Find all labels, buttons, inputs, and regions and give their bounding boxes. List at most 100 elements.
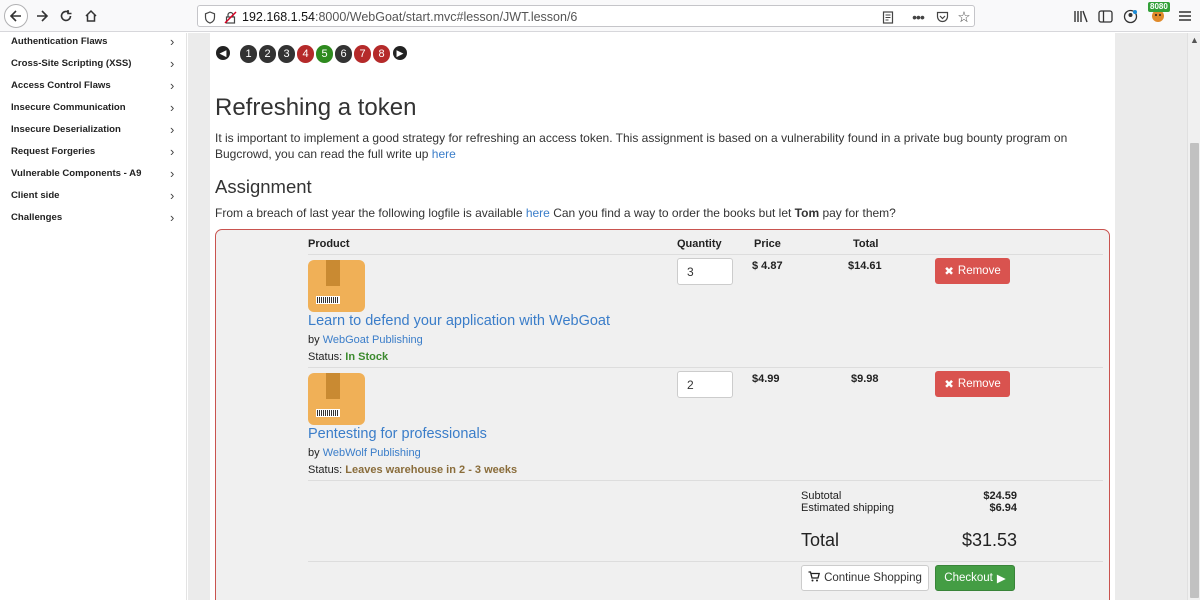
sidebar-item-insecure-deserialization[interactable]: Insecure Deserialization ›: [0, 121, 187, 143]
quantity-input[interactable]: 2: [677, 371, 733, 398]
table-divider: [308, 254, 1103, 255]
page-link-8[interactable]: 8: [373, 45, 390, 63]
home-icon[interactable]: [80, 5, 102, 27]
account-icon[interactable]: [1119, 5, 1141, 27]
chevron-right-icon: ›: [170, 78, 175, 93]
pocket-icon[interactable]: [934, 9, 950, 25]
sidebar-item-xss[interactable]: Cross-Site Scripting (XSS) ›: [0, 55, 187, 77]
product-publisher: by WebWolf Publishing: [308, 447, 421, 459]
sidebar-item-client-side[interactable]: Client side ›: [0, 187, 187, 209]
foxyproxy-extension-icon[interactable]: 8080: [1148, 2, 1170, 24]
bookmark-star-icon[interactable]: ☆: [956, 9, 972, 26]
previous-page-icon[interactable]: ◀: [216, 46, 230, 60]
content-margin-right: [1115, 33, 1187, 600]
sidebar-item-authentication-flaws[interactable]: Authentication Flaws ›: [0, 33, 187, 55]
chevron-right-icon: ›: [170, 34, 175, 49]
product-image-box-icon[interactable]: [308, 260, 365, 312]
browser-toolbar: 192.168.1.54:8000/WebGoat/start.mvc#less…: [0, 0, 1200, 32]
product-publisher: by WebGoat Publishing: [308, 334, 423, 346]
sidebar-item-request-forgeries[interactable]: Request Forgeries ›: [0, 143, 187, 165]
product-title-link[interactable]: Pentesting for professionals: [308, 426, 487, 442]
reload-icon[interactable]: [55, 5, 77, 27]
remove-button[interactable]: ✖ Remove: [935, 371, 1010, 397]
column-header-total: Total: [853, 238, 879, 250]
play-icon: ▶: [996, 573, 1006, 585]
url-text[interactable]: 192.168.1.54:8000/WebGoat/start.mvc#less…: [242, 10, 577, 24]
chevron-right-icon: ›: [170, 100, 175, 115]
chevron-right-icon: ›: [170, 210, 175, 225]
chevron-right-icon: ›: [170, 166, 175, 181]
lesson-content: ◀ 1 2 3 4 5 6 7 8 ▶ Refreshing a token I…: [210, 33, 1115, 600]
sidebar-item-vulnerable-components[interactable]: Vulnerable Components - A9 ›: [0, 165, 187, 187]
publisher-link[interactable]: WebWolf Publishing: [323, 447, 421, 459]
subtotal-value: $24.59: [983, 490, 1017, 502]
intro-text: It is important to implement a good stra…: [215, 131, 1068, 161]
breach-prefix: From a breach of last year the following…: [215, 206, 526, 220]
continue-shopping-label: Continue Shopping: [824, 572, 922, 584]
status-value: Leaves warehouse in 2 - 3 weeks: [345, 464, 518, 476]
content-margin: [188, 33, 210, 600]
column-header-price: Price: [754, 238, 781, 250]
next-page-icon[interactable]: ▶: [393, 46, 407, 60]
sidebar-item-label: Insecure Communication: [11, 102, 126, 113]
page-link-7[interactable]: 7: [354, 45, 371, 63]
sidebar-item-access-control-flaws[interactable]: Access Control Flaws ›: [0, 77, 187, 99]
page-link-1[interactable]: 1: [240, 45, 257, 63]
shopping-cart-icon: [808, 571, 821, 585]
assignment-heading: Assignment: [215, 176, 312, 197]
hamburger-menu-icon[interactable]: [1174, 5, 1196, 27]
page-actions-icon[interactable]: •••: [910, 9, 926, 25]
product-image-box-icon[interactable]: [308, 373, 365, 425]
forward-arrow-icon[interactable]: [31, 5, 53, 27]
continue-shopping-button[interactable]: Continue Shopping: [801, 565, 929, 591]
breach-bold-name: Tom: [794, 206, 820, 220]
logfile-link[interactable]: here: [526, 206, 550, 220]
unit-price: $ 4.87: [752, 260, 783, 272]
url-bar[interactable]: 192.168.1.54:8000/WebGoat/start.mvc#less…: [197, 5, 975, 27]
total-value: $31.53: [961, 530, 1017, 550]
chevron-right-icon: ›: [170, 56, 175, 71]
chevron-right-icon: ›: [170, 122, 175, 137]
sidebar-item-label: Authentication Flaws: [11, 36, 108, 47]
quantity-input[interactable]: 3: [677, 258, 733, 285]
shipping-value: $6.94: [989, 502, 1017, 514]
page-link-5[interactable]: 5: [316, 45, 333, 63]
remove-button[interactable]: ✖ Remove: [935, 258, 1010, 284]
shield-icon[interactable]: [202, 9, 218, 25]
insecure-lock-icon[interactable]: [222, 9, 238, 25]
reader-view-icon[interactable]: [880, 9, 896, 25]
line-total: $9.98: [851, 373, 879, 385]
sidebar-item-label: Vulnerable Components - A9: [11, 168, 142, 179]
unit-price: $4.99: [752, 373, 780, 385]
shipping-label: Estimated shipping: [801, 502, 894, 514]
sidebar-item-challenges[interactable]: Challenges ›: [0, 209, 187, 231]
lesson-intro: It is important to implement a good stra…: [215, 130, 1105, 162]
writeup-link[interactable]: here: [432, 147, 456, 161]
page-link-3[interactable]: 3: [278, 45, 295, 63]
product-title-link[interactable]: Learn to defend your application with We…: [308, 313, 610, 329]
page-title: Refreshing a token: [215, 94, 417, 121]
by-label: by: [308, 447, 323, 459]
page-link-4[interactable]: 4: [297, 45, 314, 63]
library-icon[interactable]: [1070, 5, 1092, 27]
breach-suffix: pay for them?: [819, 206, 896, 220]
assignment-text: From a breach of last year the following…: [215, 206, 896, 220]
url-host: 192.168.1.54: [242, 10, 315, 24]
page-link-2[interactable]: 2: [259, 45, 276, 63]
page-link-6[interactable]: 6: [335, 45, 352, 63]
sidebar-toggle-icon[interactable]: [1094, 5, 1116, 27]
remove-label: Remove: [957, 265, 1001, 277]
column-header-product: Product: [308, 238, 350, 250]
checkout-button[interactable]: Checkout ▶: [935, 565, 1015, 591]
scrollbar-thumb[interactable]: [1190, 143, 1199, 598]
status-label: Status:: [308, 464, 346, 476]
table-divider: [308, 480, 1103, 481]
page-scrollbar[interactable]: ▲: [1187, 33, 1200, 600]
publisher-link[interactable]: WebGoat Publishing: [323, 334, 423, 346]
sidebar-item-label: Request Forgeries: [11, 146, 96, 157]
sidebar-item-insecure-communication[interactable]: Insecure Communication ›: [0, 99, 187, 121]
scroll-up-icon[interactable]: ▲: [1190, 35, 1199, 45]
column-header-quantity: Quantity: [677, 238, 722, 250]
back-arrow-icon[interactable]: [4, 4, 28, 28]
sidebar-item-label: Insecure Deserialization: [11, 124, 121, 135]
